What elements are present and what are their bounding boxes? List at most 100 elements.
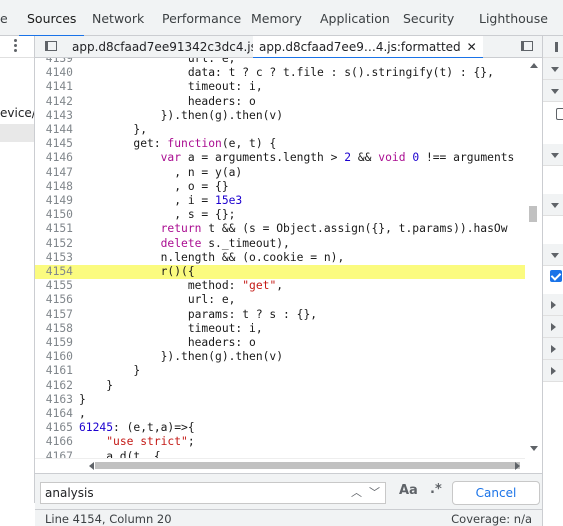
navigator-tree-item[interactable]: evice/i [0,106,34,122]
line-number[interactable]: 4142 [35,95,79,109]
editor-tab-source[interactable]: app.d8cfaad7ee91342c3dc4.js [72,36,257,58]
tab-elements-partial[interactable]: e [0,0,8,36]
editor-tab-formatted[interactable]: app.d8cfaad7ee9…4.js:formatted ✕ [253,36,483,59]
code-line[interactable]: 4157 params: t ? s : {}, [35,308,525,322]
more-options-icon[interactable] [14,39,18,54]
line-number[interactable]: 4160 [35,350,79,364]
code-line[interactable]: 4144 }, [35,123,525,137]
horizontal-scroll-thumb[interactable] [95,462,520,469]
code-line[interactable]: 4154 r()({ [35,265,525,280]
line-number[interactable]: 4161 [35,364,79,378]
code-line[interactable]: 4147 , n = y(a) [35,166,525,180]
match-case-button[interactable]: Aa [399,483,418,498]
code-line[interactable]: 4159 headers: o [35,336,525,350]
code-line[interactable]: 4151 return t && (s = Object.assign({}, … [35,222,525,236]
sidebar-section-dom-breakpoints[interactable] [543,294,563,316]
line-number[interactable]: 4156 [35,293,79,307]
line-number[interactable]: 4154 [35,265,79,279]
sidebar-section-csp-breakpoints[interactable] [543,360,563,382]
cancel-button[interactable]: Cancel [452,481,540,505]
code-line[interactable]: 4143 }).then(g).then(v) [35,109,525,123]
navigator-selected-item[interactable] [0,124,34,142]
code-line[interactable]: 4148 , o = {} [35,180,525,194]
code-line[interactable]: 4156 url: e, [35,293,525,307]
code-line[interactable]: 4167 a.d(t, { [35,450,525,458]
code-line[interactable]: 4145 get: function(e, t) { [35,137,525,151]
regex-button[interactable]: .* [430,482,442,497]
code-line[interactable]: 4163} [35,393,525,407]
toggle-debugger-icon[interactable] [521,41,533,51]
sidebar-section-scope[interactable] [543,144,563,166]
chevron-up-icon[interactable]: ︿ [351,484,362,500]
tab-lighthouse[interactable]: Lighthouse [479,0,548,36]
line-number[interactable]: 4143 [35,109,79,123]
line-number[interactable]: 4146 [35,151,79,165]
line-number[interactable]: 4159 [35,336,79,350]
chevron-down-icon[interactable]: ﹀ [369,484,380,500]
code-line[interactable]: 4146 var a = arguments.length > 2 && voi… [35,151,525,165]
close-icon[interactable]: ✕ [467,40,477,54]
scroll-left-icon[interactable] [89,462,94,470]
horizontal-scrollbar[interactable] [35,458,525,472]
line-number[interactable]: 4147 [35,166,79,180]
line-number[interactable]: 4151 [35,222,79,236]
tab-security[interactable]: Security [403,0,454,36]
line-number[interactable]: 4150 [35,208,79,222]
code-line[interactable]: 4161 } [35,364,525,378]
line-number[interactable]: 4162 [35,379,79,393]
tab-network[interactable]: Network [92,0,144,36]
vertical-scroll-thumb[interactable] [529,206,537,222]
code-editor[interactable]: 4139 url: e, 4140 data: t ? c ? t.file : … [35,58,542,458]
code-line[interactable]: 4140 data: t ? c ? t.file : s().stringif… [35,66,525,80]
line-number[interactable]: 4148 [35,180,79,194]
line-number[interactable]: 4163 [35,393,79,407]
code-line[interactable]: 4160 }).then(g).then(v) [35,350,525,364]
code-line[interactable]: 4164, [35,407,525,421]
line-number[interactable]: 4139 [35,58,79,66]
line-number[interactable]: 4157 [35,308,79,322]
line-number[interactable]: 4165 [35,421,79,435]
code-line[interactable]: 4158 timeout: i, [35,322,525,336]
scroll-up-icon[interactable] [530,63,538,68]
tab-sources[interactable]: Sources [18,0,85,37]
line-number[interactable]: 4153 [35,251,79,265]
line-number[interactable]: 4140 [35,66,79,80]
code-line[interactable]: 4139 url: e, [35,58,525,66]
vertical-scrollbar[interactable] [525,58,542,458]
line-number[interactable]: 4141 [35,80,79,94]
pause-icon[interactable] [555,42,558,52]
code-line[interactable]: 4142 headers: o [35,95,525,109]
line-number[interactable]: 4166 [35,435,79,449]
line-number[interactable]: 4149 [35,194,79,208]
line-number[interactable]: 4145 [35,137,79,151]
sidebar-section-global-listeners[interactable] [543,316,563,338]
xhr-breakpoint-checkbox[interactable] [550,270,562,282]
line-number[interactable]: 4167 [35,450,79,458]
sidebar-section-event-listener-breakpoints[interactable] [543,338,563,360]
code-line[interactable]: 4153 n.length && (o.cookie = n), [35,251,525,265]
sidebar-section-callstack[interactable] [543,194,563,216]
code-line[interactable]: 4141 timeout: i, [35,80,525,94]
code-line[interactable]: 4166 "use strict"; [35,435,525,449]
code-line[interactable]: 4150 , s = {}; [35,208,525,222]
line-number[interactable]: 4144 [35,123,79,137]
scroll-down-icon[interactable] [530,446,538,451]
sidebar-section-watch[interactable] [543,58,563,80]
code-line[interactable]: 4149 , i = 15e3 [35,194,525,208]
line-number[interactable]: 4152 [35,237,79,251]
scroll-right-icon[interactable] [515,462,520,470]
sidebar-section-breakpoints[interactable] [543,80,563,102]
line-number[interactable]: 4158 [35,322,79,336]
tab-application[interactable]: Application [320,0,390,36]
line-number[interactable]: 4164 [35,407,79,421]
search-input[interactable] [40,482,386,504]
toggle-navigator-icon[interactable] [45,41,57,51]
tab-memory[interactable]: Memory [251,0,302,36]
code-line[interactable]: 4162 } [35,379,525,393]
pause-exceptions-checkbox[interactable] [556,108,563,120]
tab-performance[interactable]: Performance [162,0,241,36]
sidebar-section-xhr-breakpoints[interactable] [543,244,563,266]
code-line[interactable]: 4152 delete s._timeout), [35,237,525,251]
code-line[interactable]: 4165 61245: (e,t,a)=>{ [35,421,525,435]
line-number[interactable]: 4155 [35,279,79,293]
